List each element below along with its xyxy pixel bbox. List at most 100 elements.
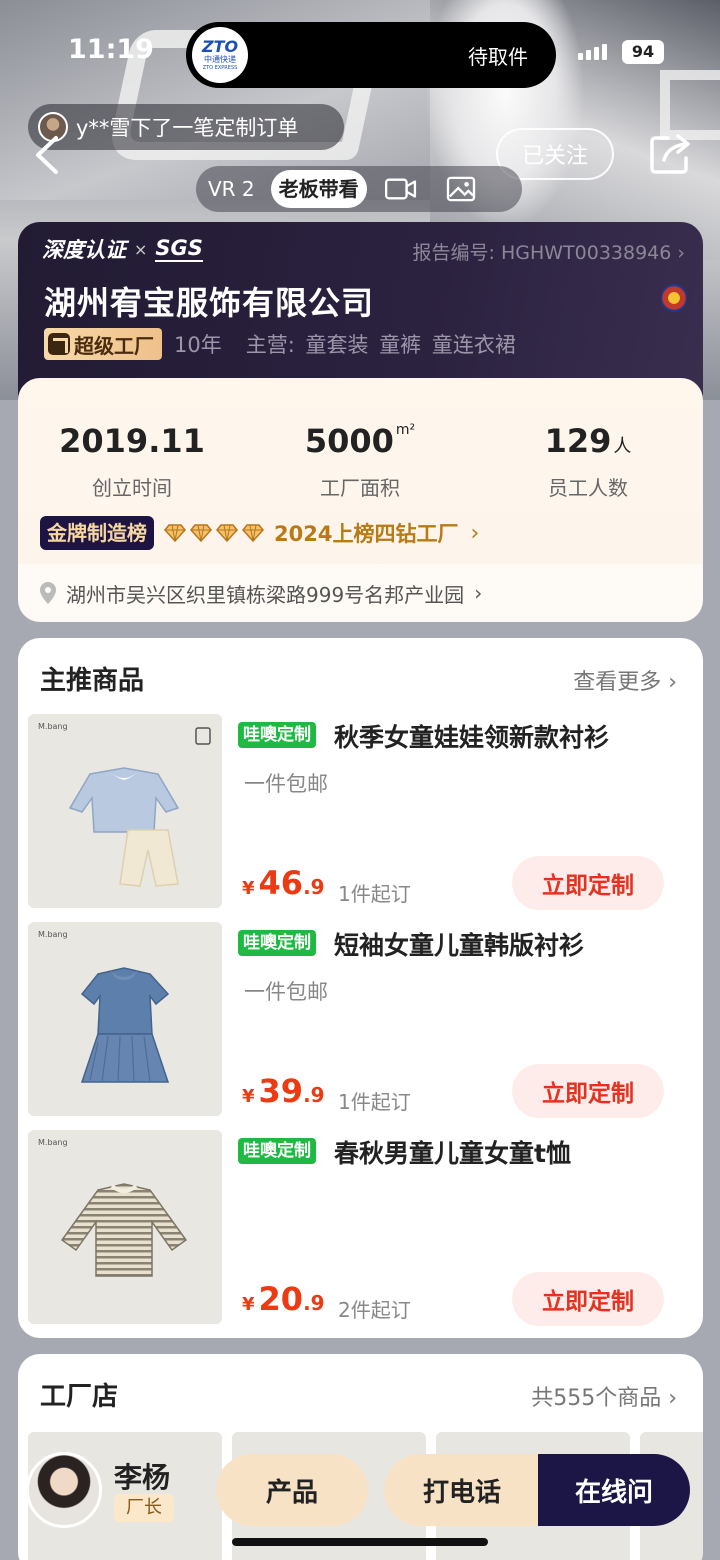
product-count-link[interactable]: 共555个商品 › xyxy=(531,1380,677,1412)
home-indicator xyxy=(232,1538,488,1546)
diamond-icon xyxy=(164,524,186,543)
chevron-left-icon xyxy=(36,136,58,174)
dynamic-island[interactable]: ZTO 中通快递 ZTO EXPRESS 待取件 xyxy=(186,22,556,88)
contact-role-badge: 厂长 xyxy=(114,1494,174,1522)
shipping-info: 一件包邮 xyxy=(244,772,328,796)
ranking-text: 2024上榜四钻工厂 xyxy=(274,522,459,546)
share-icon xyxy=(650,134,690,174)
min-order: 2件起订 xyxy=(338,1298,411,1322)
cert-separator: × xyxy=(134,239,148,259)
product-title: 秋季女童娃娃领新款衬衫 xyxy=(334,723,610,752)
stat-area-label: 工厂面积 xyxy=(320,476,400,500)
island-status-text: 待取件 xyxy=(468,44,528,69)
address-row[interactable]: 湖州市吴兴区织里镇栋梁路999号名邦产业园 › xyxy=(18,564,703,622)
chevron-right-icon: › xyxy=(474,581,483,605)
denim-dress-illustration xyxy=(80,967,170,1083)
battery-indicator: 94 xyxy=(622,40,664,64)
diamond-icon xyxy=(216,524,238,543)
price-integer: 39 xyxy=(258,1072,304,1110)
currency-symbol: ¥ xyxy=(242,1086,255,1107)
price-integer: 46 xyxy=(258,864,304,902)
product-image: M.bang xyxy=(28,922,222,1116)
section-title: 工厂店 xyxy=(40,1382,119,1412)
diamond-icon xyxy=(190,524,212,543)
police-emblem-icon[interactable] xyxy=(661,284,687,312)
recommended-products-section: 主推商品 查看更多 › M.bang 哇噢定制 秋季女童娃娃领新款衬衫 一件包邮… xyxy=(18,638,703,1338)
customize-button[interactable]: 立即定制 xyxy=(512,1064,664,1118)
custom-tag: 哇噢定制 xyxy=(238,1138,316,1164)
main-business-label: 主营: xyxy=(245,333,295,357)
product-title: 短袖女童儿童韩版衬衫 xyxy=(334,931,585,960)
super-factory-label: 超级工厂 xyxy=(74,333,154,358)
min-order: 1件起订 xyxy=(338,1090,411,1114)
product-image: M.bang xyxy=(28,714,222,908)
avatar[interactable] xyxy=(26,1452,102,1528)
gold-ranking-row[interactable]: 金牌制造榜 2024上榜四钻工厂 › xyxy=(40,516,479,550)
product-price: ¥ 20 .9 xyxy=(242,1280,325,1318)
customize-button[interactable]: 立即定制 xyxy=(512,856,664,910)
product-price: ¥ 39 .9 xyxy=(242,1072,325,1110)
products-button[interactable]: 产品 xyxy=(216,1454,368,1526)
back-button[interactable] xyxy=(30,132,66,178)
call-button[interactable]: 打电话 xyxy=(384,1454,540,1526)
product-card[interactable]: M.bang 哇噢定制 短袖女童儿童韩版衬衫 一件包邮 ¥ 39 .9 1件起订… xyxy=(28,922,693,1118)
media-tabs: VR 2 老板带看 xyxy=(196,166,522,212)
price-decimal: .9 xyxy=(303,875,325,899)
tab-vr[interactable]: VR 2 xyxy=(196,177,267,201)
diamond-rating xyxy=(164,524,268,543)
customize-button[interactable]: 立即定制 xyxy=(512,1272,664,1326)
company-subinfo: 超级工厂 10年 主营: 童套装 童裤 童连衣裙 xyxy=(44,328,516,360)
main-business-item: 童套装 xyxy=(305,333,369,357)
chevron-right-icon: › xyxy=(470,520,480,546)
contact-name: 李杨 xyxy=(114,1461,171,1494)
price-integer: 20 xyxy=(258,1280,304,1318)
min-order: 1件起订 xyxy=(338,882,411,906)
price-decimal: .9 xyxy=(303,1291,325,1315)
years-in-business: 10年 xyxy=(174,333,222,357)
main-business-item: 童连衣裙 xyxy=(431,333,516,357)
report-number-link[interactable]: 报告编号: HGHWT00338946 › xyxy=(413,238,685,265)
certification-row[interactable]: 深度认证 × SGS xyxy=(42,234,203,264)
super-factory-badge: 超级工厂 xyxy=(44,328,162,360)
view-more-link[interactable]: 查看更多 › xyxy=(573,664,677,696)
main-business-item: 童裤 xyxy=(379,333,422,357)
product-title: 春秋男童儿童女童t恤 xyxy=(334,1139,571,1168)
zto-logo-subtext: ZTO EXPRESS xyxy=(202,64,238,71)
location-pin-icon xyxy=(40,582,56,604)
company-card: 深度认证 × SGS 报告编号: HGHWT00338946 › 湖州宥宝服饰有… xyxy=(18,222,703,622)
product-card[interactable]: M.bang 哇噢定制 春秋男童儿童女童t恤 ¥ 20 .9 2件起订 立即定制 xyxy=(28,1130,693,1326)
zto-logo-mark: ZTO xyxy=(201,36,239,56)
zto-express-logo: ZTO 中通快递 ZTO EXPRESS xyxy=(192,27,248,83)
deep-certification-label: 深度认证 xyxy=(42,238,126,262)
product-price: ¥ 46 .9 xyxy=(242,864,325,902)
price-decimal: .9 xyxy=(303,1083,325,1107)
share-button[interactable] xyxy=(646,130,694,178)
main-business: 主营: 童套装 童裤 童连衣裙 xyxy=(242,329,516,359)
section-title: 主推商品 xyxy=(40,666,145,696)
currency-symbol: ¥ xyxy=(242,1294,255,1315)
shirt-set-illustration xyxy=(68,727,211,887)
stat-area-unit: m² xyxy=(395,422,416,438)
stat-employees: 129 人 员工人数 xyxy=(474,422,702,501)
currency-symbol: ¥ xyxy=(242,878,255,899)
stat-area-value: 5000 xyxy=(304,422,394,460)
company-stats: 2019.11 创立时间 5000 m² 工厂面积 129 人 员工人数 xyxy=(18,422,703,501)
product-card[interactable]: M.bang 哇噢定制 秋季女童娃娃领新款衬衫 一件包邮 ¥ 46 .9 1件起… xyxy=(28,714,693,910)
online-chat-button[interactable]: 在线问 xyxy=(538,1454,690,1526)
product-image: M.bang xyxy=(28,1130,222,1324)
custom-tag: 哇噢定制 xyxy=(238,722,316,748)
tab-boss-tour[interactable]: 老板带看 xyxy=(270,170,367,208)
video-icon[interactable] xyxy=(383,174,419,204)
zto-logo-text: 中通快递 xyxy=(204,54,236,64)
stat-employees-value: 129 xyxy=(544,422,612,460)
custom-tag: 哇噢定制 xyxy=(238,930,316,956)
company-name: 湖州宥宝服饰有限公司 xyxy=(44,284,375,322)
striped-tshirt-illustration xyxy=(60,1183,188,1277)
company-address: 湖州市吴兴区织里镇栋梁路999号名邦产业园 xyxy=(66,582,465,607)
shipping-info: 一件包邮 xyxy=(244,980,328,1004)
stat-employees-unit: 人 xyxy=(613,436,632,457)
bottom-action-bar: 李杨 厂长 产品 打电话 在线问 xyxy=(22,1452,702,1530)
image-icon[interactable] xyxy=(443,174,479,204)
stat-founded-value: 2019.11 xyxy=(59,422,205,460)
stat-employees-label: 员工人数 xyxy=(548,476,628,500)
